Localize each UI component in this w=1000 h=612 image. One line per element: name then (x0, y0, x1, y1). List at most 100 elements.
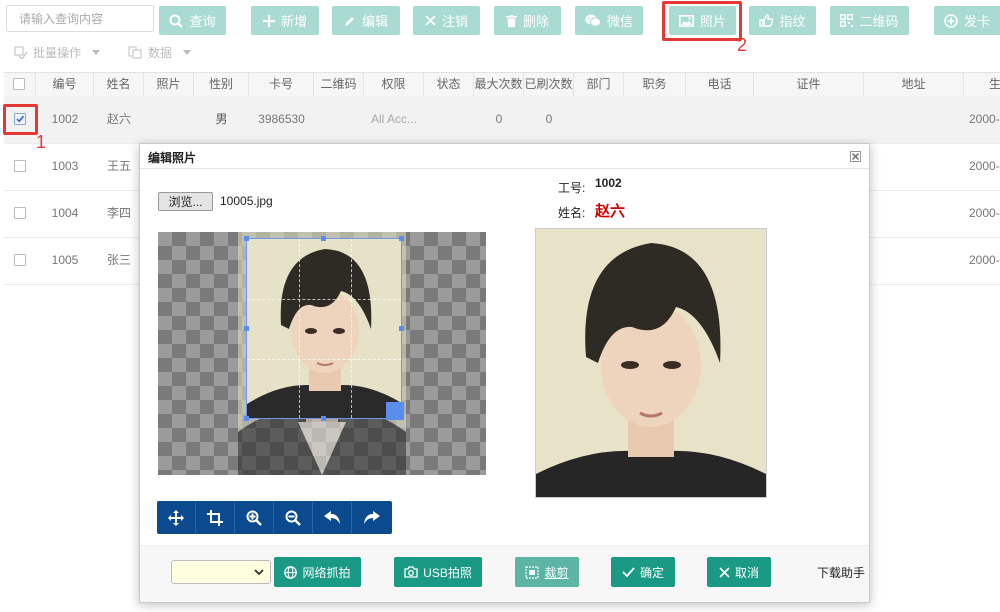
dialog-title: 编辑照片 (148, 151, 197, 165)
confirm-button[interactable]: 确定 (611, 557, 675, 587)
selected-filename: 10005.jpg (220, 194, 273, 208)
data-label: 数据 (148, 45, 173, 60)
crop-guide-line (299, 239, 300, 418)
qrcode-button-label: 二维码 (859, 14, 899, 29)
column-header[interactable]: 证件 (754, 73, 864, 96)
fingerprint-button[interactable]: 指纹 (749, 6, 816, 35)
zoom-out-icon (285, 510, 301, 526)
row-checkbox[interactable] (14, 207, 26, 219)
column-header[interactable]: 编号 (36, 73, 94, 96)
photo-preview (535, 228, 767, 498)
crop-image-icon (525, 565, 540, 579)
column-header[interactable]: 卡号 (249, 73, 314, 96)
fingerprint-button-label: 指纹 (779, 14, 806, 29)
cell-name: 李四 (106, 206, 131, 220)
portrait-image (247, 239, 401, 418)
crop-guide-line (247, 299, 401, 300)
crop-tool[interactable] (196, 501, 235, 534)
network-capture-button[interactable]: 网络抓拍 (274, 557, 361, 587)
crop-handle[interactable] (244, 236, 249, 241)
crop-guide-line (351, 239, 352, 418)
browse-file-button[interactable]: 浏览... (158, 192, 213, 211)
column-header[interactable]: 地址 (864, 73, 964, 96)
search-input[interactable] (6, 5, 154, 32)
crop-handle[interactable] (399, 326, 404, 331)
column-header[interactable]: 已刷次数 (524, 73, 574, 96)
photo-button-highlight (662, 1, 742, 41)
column-header[interactable]: 性别 (194, 73, 249, 96)
cell-date: 2000- (969, 112, 1000, 126)
crop-button-label: 裁剪 (544, 565, 569, 580)
column-header[interactable]: 姓名 (94, 73, 144, 96)
crop-handle[interactable] (321, 236, 326, 241)
select-all-checkbox[interactable] (13, 78, 25, 90)
batch-operations-label: 批量操作 (33, 45, 82, 60)
employee-name-label: 姓名: (558, 206, 586, 220)
crop-handle[interactable] (244, 416, 249, 421)
column-header[interactable]: 二维码 (314, 73, 364, 96)
camera-select[interactable] (171, 560, 271, 584)
chevron-down-icon (254, 569, 264, 575)
usb-capture-button[interactable]: USB拍照 (394, 557, 482, 587)
thumb-icon (759, 14, 774, 27)
column-header[interactable]: 照片 (144, 73, 194, 96)
delete-button[interactable]: 删除 (494, 6, 561, 35)
column-header[interactable]: 生 (964, 73, 1000, 96)
cell-date: 2000- (969, 253, 1000, 267)
edit-button[interactable]: 编辑 (332, 6, 400, 35)
row-checkbox[interactable] (14, 160, 26, 172)
crop-canvas[interactable] (158, 232, 486, 475)
close-icon[interactable] (850, 151, 861, 162)
column-header[interactable]: 状态 (424, 73, 474, 96)
rotate-left-tool[interactable] (313, 501, 352, 534)
issue-card-label: 发卡 (964, 14, 991, 29)
move-icon (168, 509, 184, 526)
batch-operations-dropdown[interactable]: 批量操作 (14, 43, 101, 61)
pencil-icon (344, 16, 354, 26)
rotate-right-tool[interactable] (352, 501, 391, 534)
network-capture-label: 网络抓拍 (302, 565, 351, 580)
move-tool[interactable] (157, 501, 196, 534)
column-header[interactable]: 电话 (686, 73, 754, 96)
column-header[interactable]: 权限 (364, 73, 424, 96)
zoom-out-tool[interactable] (274, 501, 313, 534)
cell-id: 1003 (51, 159, 79, 173)
crop-button[interactable]: 裁剪 (515, 557, 579, 587)
qrcode-button[interactable]: 二维码 (830, 6, 909, 35)
cancel-button-label: 取消 (734, 565, 759, 580)
row-checkbox-highlight (3, 104, 38, 135)
cell-name: 王五 (106, 159, 131, 173)
edit-button-label: 编辑 (361, 14, 388, 29)
crop-handle[interactable] (244, 326, 249, 331)
table-row[interactable]: 1002 赵六 男 3986530 All Acc... 0 0 2000- (4, 96, 1000, 144)
query-button[interactable]: 查询 (159, 6, 226, 35)
wechat-button[interactable]: 微信 (575, 6, 643, 35)
data-dropdown[interactable]: 数据 (128, 43, 192, 61)
column-header[interactable]: 最大次数 (474, 73, 524, 96)
add-button[interactable]: 新增 (251, 6, 319, 35)
crop-handle[interactable] (399, 236, 404, 241)
plus-circle-icon (944, 13, 958, 28)
usb-capture-label: USB拍照 (423, 565, 472, 580)
download-helper-link[interactable]: 下载助手 (817, 564, 865, 581)
x-icon (425, 15, 436, 26)
cancel-account-button[interactable]: 注销 (413, 6, 480, 35)
employee-name-value: 赵六 (595, 203, 626, 220)
header-select-all[interactable] (4, 73, 36, 96)
cancel-button[interactable]: 取消 (707, 557, 771, 587)
query-button-label: 查询 (189, 14, 216, 29)
delete-button-label: 删除 (522, 14, 549, 29)
wechat-button-label: 微信 (606, 14, 633, 29)
zoom-in-tool[interactable] (235, 501, 274, 534)
data-icon (128, 45, 142, 59)
crop-selection[interactable] (246, 238, 402, 419)
edit-photo-dialog: 编辑照片 浏览... 10005.jpg 工号: 1002 姓名: 赵六 网络抓… (139, 143, 870, 603)
trash-icon (505, 14, 517, 27)
column-header[interactable]: 职务 (624, 73, 686, 96)
crop-resize-handle[interactable] (386, 402, 404, 420)
wechat-icon (585, 14, 601, 27)
column-header[interactable]: 部门 (574, 73, 624, 96)
issue-card-button[interactable]: 发卡 (934, 6, 1000, 35)
crop-handle[interactable] (321, 416, 326, 421)
row-checkbox[interactable] (14, 254, 26, 266)
